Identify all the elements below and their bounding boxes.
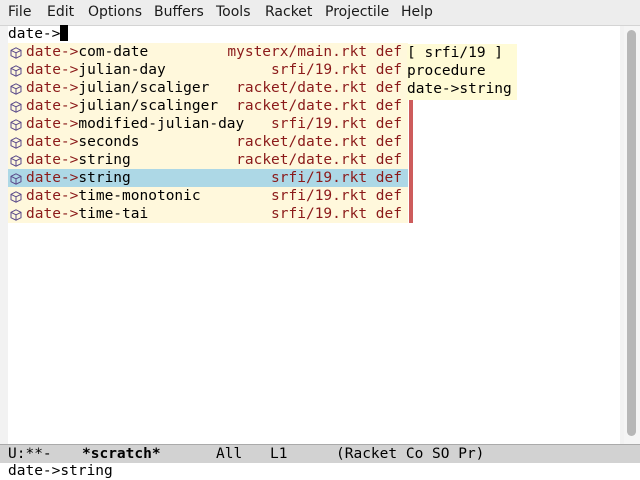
completion-annotation: racket/date.rkt def bbox=[236, 98, 402, 114]
completion-prefix: date-> bbox=[26, 134, 79, 150]
completion-item[interactable]: date->string srfi/19.rkt def bbox=[8, 169, 408, 187]
completion-annotation: srfi/19.rkt def bbox=[271, 62, 402, 78]
completion-suffix: seconds bbox=[78, 134, 140, 150]
completion-candidate: date->julian-day bbox=[26, 61, 166, 79]
doc-signature: date->string bbox=[407, 81, 512, 97]
menu-edit[interactable]: Edit bbox=[47, 4, 74, 20]
modeline-line: L1 bbox=[270, 446, 288, 462]
completion-suffix: string bbox=[78, 170, 131, 186]
modeline-buffer-name[interactable]: *scratch* bbox=[82, 445, 161, 463]
completion-prefix: date-> bbox=[26, 170, 79, 186]
completion-annotation: srfi/19.rkt def bbox=[271, 170, 402, 186]
menu-projectile[interactable]: Projectile bbox=[325, 4, 389, 20]
minibuffer: date->string bbox=[8, 462, 113, 480]
buffer-input-line[interactable]: date-> bbox=[8, 25, 69, 43]
text-cursor bbox=[60, 25, 69, 41]
completion-candidate: date->seconds bbox=[26, 133, 140, 151]
completion-item[interactable]: date->julian/scalinger racket/date.rkt de… bbox=[8, 97, 408, 115]
completion-prefix: date-> bbox=[26, 152, 79, 168]
completion-annotation: srfi/19.rkt def bbox=[271, 206, 402, 222]
completion-prefix: date-> bbox=[26, 44, 79, 60]
completion-annotation: srfi/19.rkt def bbox=[271, 116, 402, 132]
completion-candidate: date->time-monotonic bbox=[26, 187, 201, 205]
completion-candidate: date->string bbox=[26, 169, 131, 187]
completion-item[interactable]: date->string racket/date.rkt def bbox=[8, 151, 408, 169]
cube-icon bbox=[10, 136, 22, 149]
doc-popup: [ srfi/19 ] procedure date->string bbox=[407, 44, 517, 100]
completion-candidate: date->modified-julian-day bbox=[26, 115, 244, 133]
menu-file[interactable]: File bbox=[8, 4, 31, 20]
cube-icon bbox=[10, 118, 22, 131]
completion-candidate: date->com-date bbox=[26, 43, 148, 61]
completion-suffix: julian-day bbox=[78, 62, 166, 78]
doc-module: [ srfi/19 ] bbox=[407, 45, 504, 61]
menu-tools[interactable]: Tools bbox=[216, 4, 251, 20]
completion-item[interactable]: date->time-tai srfi/19.rkt def bbox=[8, 205, 408, 223]
completion-item[interactable]: date->julian/scaliger racket/date.rkt def bbox=[8, 79, 408, 97]
completion-scrollbar[interactable] bbox=[409, 97, 413, 223]
completion-annotation: racket/date.rkt def bbox=[236, 80, 402, 96]
buffer-input-text: date-> bbox=[8, 26, 61, 42]
minibuffer-text: date->string bbox=[8, 463, 113, 479]
completion-annotation: srfi/19.rkt def bbox=[271, 188, 402, 204]
completion-suffix: julian/scaliger bbox=[78, 80, 210, 96]
cube-icon bbox=[10, 208, 22, 221]
completion-candidate: date->julian/scalinger bbox=[26, 97, 218, 115]
completion-prefix: date-> bbox=[26, 98, 79, 114]
modeline-status: U:**- bbox=[8, 446, 52, 462]
completion-prefix: date-> bbox=[26, 188, 79, 204]
mode-line: U:**- *scratch* All L1 (Racket Co SO Pr) bbox=[0, 444, 640, 463]
completion-suffix: time-monotonic bbox=[78, 188, 201, 204]
completion-suffix: julian/scalinger bbox=[78, 98, 219, 114]
completion-prefix: date-> bbox=[26, 80, 79, 96]
completion-suffix: com-date bbox=[78, 44, 149, 60]
completion-item[interactable]: date->seconds racket/date.rkt def bbox=[8, 133, 408, 151]
cube-icon bbox=[10, 172, 22, 185]
menu-options[interactable]: Options bbox=[88, 4, 142, 20]
cube-icon bbox=[10, 46, 22, 59]
modeline-position: All bbox=[216, 446, 243, 462]
cube-icon bbox=[10, 64, 22, 77]
completion-annotation: mysterx/main.rkt def bbox=[227, 44, 402, 60]
completion-annotation: racket/date.rkt def bbox=[236, 134, 402, 150]
completion-candidate: date->string bbox=[26, 151, 131, 169]
cube-icon bbox=[10, 100, 22, 113]
completion-suffix: modified-julian-day bbox=[78, 116, 245, 132]
left-fringe bbox=[0, 26, 8, 444]
doc-kind: procedure bbox=[407, 63, 486, 79]
completion-prefix: date-> bbox=[26, 206, 79, 222]
completion-item[interactable]: date->julian-day srfi/19.rkt def bbox=[8, 61, 408, 79]
completion-candidate: date->julian/scaliger bbox=[26, 79, 209, 97]
completion-item[interactable]: date->time-monotonic srfi/19.rkt def bbox=[8, 187, 408, 205]
scrollbar-thumb[interactable] bbox=[627, 30, 636, 436]
completion-item[interactable]: date->modified-julian-day srfi/19.rkt def bbox=[8, 115, 408, 133]
completion-annotation: racket/date.rkt def bbox=[236, 152, 402, 168]
menu-buffers[interactable]: Buffers bbox=[154, 4, 204, 20]
completion-candidate: date->time-tai bbox=[26, 205, 148, 223]
menu-help[interactable]: Help bbox=[401, 4, 433, 20]
modeline-modes[interactable]: (Racket Co SO Pr) bbox=[336, 445, 484, 463]
completion-suffix: time-tai bbox=[78, 206, 149, 222]
completion-suffix: string bbox=[78, 152, 131, 168]
cube-icon bbox=[10, 82, 22, 95]
completion-prefix: date-> bbox=[26, 62, 79, 78]
cube-icon bbox=[10, 154, 22, 167]
cube-icon bbox=[10, 190, 22, 203]
completion-prefix: date-> bbox=[26, 116, 79, 132]
completion-item[interactable]: date->com-date mysterx/main.rkt def bbox=[8, 43, 408, 61]
menu-racket[interactable]: Racket bbox=[265, 4, 312, 20]
menu-bar: File Edit Options Buffers Tools Racket P… bbox=[0, 0, 640, 26]
